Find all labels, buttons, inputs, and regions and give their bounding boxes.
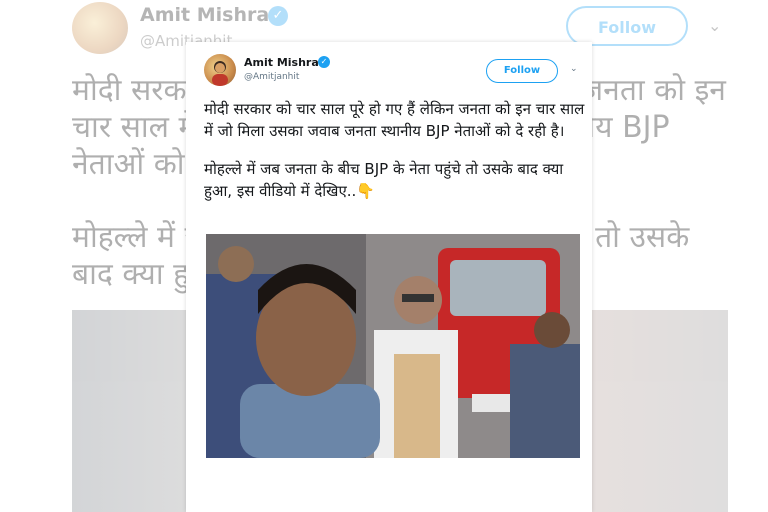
tweet-card: Amit Mishra ✓ @Amitjanhit Follow ⌄ मोदी … — [186, 42, 592, 512]
chevron-down-icon[interactable]: ⌄ — [570, 64, 578, 74]
follow-button: Follow — [566, 6, 688, 46]
chevron-down-icon: ⌄ — [708, 16, 722, 35]
verified-badge-icon: ✓ — [268, 6, 288, 26]
verified-badge-icon: ✓ — [318, 56, 330, 68]
tweet-paragraph-1: मोदी सरकार को चार साल पूरे हो गए हैं लेक… — [204, 100, 585, 140]
video-frame — [206, 234, 580, 458]
pointing-down-emoji: 👇 — [356, 182, 375, 200]
avatar — [72, 2, 128, 54]
handle[interactable]: @Amitjanhit — [244, 72, 299, 82]
tweet-paragraph-2: मोहल्ले में जब जनता के बीच BJP के नेता प… — [204, 160, 564, 200]
tweet-text: मोदी सरकार को चार साल पूरे हो गए हैं लेक… — [204, 98, 586, 218]
avatar[interactable] — [204, 54, 236, 86]
follow-button[interactable]: Follow — [486, 59, 558, 83]
display-name: Amit Mishra — [140, 4, 270, 26]
video-thumbnail[interactable] — [206, 234, 580, 458]
display-name[interactable]: Amit Mishra — [244, 56, 319, 69]
